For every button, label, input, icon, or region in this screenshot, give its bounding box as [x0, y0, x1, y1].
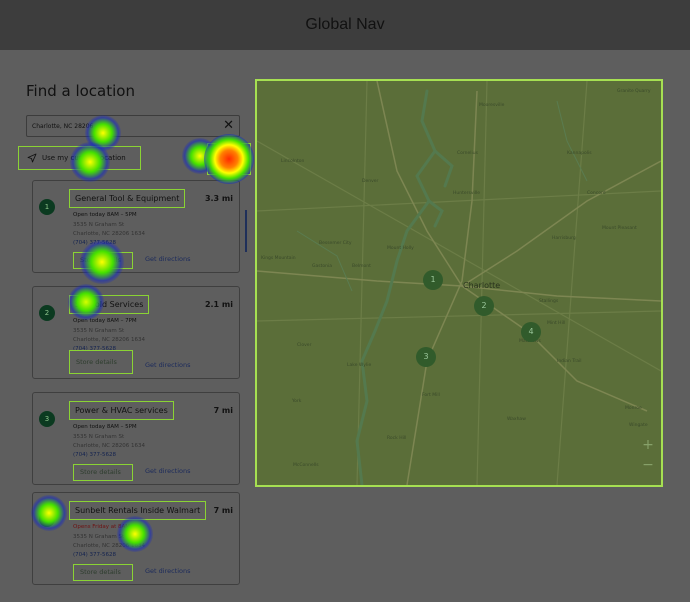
- map-town-label: Kings Mountain: [261, 256, 296, 261]
- map-town-label: Lake Wylie: [347, 363, 372, 368]
- store-card: 1 General Tool & Equipment 3.3 mi Open t…: [32, 180, 240, 273]
- location-search: ✕: [26, 115, 240, 137]
- map-town-label: Mount Pleasant: [602, 226, 637, 231]
- map-pin[interactable]: 2: [474, 296, 494, 316]
- store-details-button[interactable]: Store details: [73, 464, 133, 481]
- get-directions-link[interactable]: Get directions: [145, 255, 191, 263]
- map-pin[interactable]: 1: [423, 270, 443, 290]
- map-town-label: Granite Quarry: [617, 89, 651, 94]
- store-address-line1: 3535 N Graham St: [73, 534, 125, 540]
- store-number-badge: 4: [39, 511, 55, 527]
- store-address-line2: Charlotte, NC 28206 1634: [73, 337, 145, 343]
- map-terrain: [257, 81, 661, 485]
- highlight-box: [207, 143, 251, 175]
- map-town-label: Lincolnton: [281, 159, 305, 164]
- get-directions-link[interactable]: Get directions: [145, 361, 191, 369]
- store-distance: 7 mi: [213, 506, 233, 515]
- store-details-button[interactable]: Store details: [69, 350, 133, 374]
- store-card: 3 Power & HVAC services 7 mi Open today …: [32, 392, 240, 485]
- get-directions-link[interactable]: Get directions: [145, 567, 191, 575]
- page-title: Find a location: [26, 82, 135, 100]
- store-address-line2: Charlotte, NC 28206 1634: [73, 543, 145, 549]
- store-list[interactable]: 1 General Tool & Equipment 3.3 mi Open t…: [26, 176, 250, 590]
- store-number-badge: 3: [39, 411, 55, 427]
- use-current-location-label: Use my current location: [42, 154, 126, 162]
- store-number-badge: 2: [39, 305, 55, 321]
- map-town-label: Clover: [297, 343, 312, 348]
- store-card: 4 Sunbelt Rentals Inside Walmart 7 mi Op…: [32, 492, 240, 585]
- map-town-label: Gastonia: [312, 264, 332, 269]
- store-address-line2: Charlotte, NC 28206 1634: [73, 231, 145, 237]
- store-name[interactable]: Power & HVAC services: [69, 401, 174, 420]
- list-scrollbar[interactable]: [245, 210, 247, 252]
- global-nav-bar: Global Nav: [0, 0, 690, 50]
- store-hours: Open today 8AM – 7PM: [73, 318, 137, 324]
- map-town-label: York: [292, 399, 302, 404]
- store-name[interactable]: General Tool & Equipment: [69, 189, 186, 208]
- store-name[interactable]: Scaffold Services: [69, 295, 150, 314]
- map-pin[interactable]: 4: [521, 322, 541, 342]
- map-town-label: Monroe: [625, 406, 642, 411]
- map-town-label: Concord: [587, 191, 606, 196]
- store-address-line1: 3535 N Graham St: [73, 434, 125, 440]
- map-town-label: Waxhaw: [507, 417, 526, 422]
- store-phone-link[interactable]: (704) 377-5628: [73, 452, 116, 458]
- map-town-label: Fort Mill: [422, 393, 440, 398]
- map-town-label: Kannapolis: [567, 151, 592, 156]
- map-town-label: Cornelius: [457, 151, 478, 156]
- store-phone-link[interactable]: (704) 377-5628: [73, 240, 116, 246]
- store-phone-link[interactable]: (704) 377-5628: [73, 552, 116, 558]
- store-address-line2: Charlotte, NC 28206 1634: [73, 443, 145, 449]
- store-distance: 3.3 mi: [204, 194, 233, 203]
- store-hours: Open today 8AM – 5PM: [73, 212, 137, 218]
- map-town-label: Indian Trail: [557, 359, 582, 364]
- map-town-label: Huntersville: [453, 191, 480, 196]
- store-address-line1: 3535 N Graham St: [73, 328, 125, 334]
- map-city-label: Charlotte: [463, 281, 501, 290]
- map-town-label: Bessemer City: [319, 241, 352, 246]
- store-hours: Opens Friday at 8AM: [73, 524, 131, 530]
- map-pin[interactable]: 3: [416, 347, 436, 367]
- store-distance: 2.1 mi: [204, 300, 233, 309]
- store-card: 2 Scaffold Services 2.1 mi Open today 8A…: [32, 286, 240, 379]
- store-hours: Open today 8AM – 5PM: [73, 424, 137, 430]
- heatmap-spot: [182, 138, 218, 174]
- use-current-location-button[interactable]: Use my current location: [18, 146, 141, 170]
- clear-search-icon[interactable]: ✕: [223, 118, 234, 134]
- map-town-label: Harrisburg: [552, 236, 576, 241]
- store-number-badge: 1: [39, 199, 55, 215]
- global-nav-title: Global Nav: [305, 16, 385, 33]
- store-details-button[interactable]: Store details: [73, 252, 133, 269]
- search-input[interactable]: [32, 119, 207, 134]
- map-town-label: Stallings: [539, 299, 559, 304]
- navigation-arrow-icon: [27, 153, 37, 163]
- map-town-label: Denver: [362, 179, 379, 184]
- zoom-in-button[interactable]: +: [641, 438, 655, 452]
- store-distance: 7 mi: [213, 406, 233, 415]
- store-details-button[interactable]: Store details: [73, 564, 133, 581]
- map-town-label: Mint Hill: [547, 321, 566, 326]
- store-name[interactable]: Sunbelt Rentals Inside Walmart: [69, 501, 207, 520]
- map-town-label: Mooresville: [479, 103, 505, 108]
- zoom-out-button[interactable]: −: [641, 458, 655, 472]
- map-town-label: Rock Hill: [387, 436, 407, 441]
- map-town-label: McConnells: [293, 463, 319, 468]
- map-town-label: Wingate: [629, 423, 648, 428]
- map-town-label: Belmont: [352, 264, 371, 269]
- map-town-label: Mount Holly: [387, 246, 414, 251]
- store-map[interactable]: Mooresville Kannapolis Concord Lincolnto…: [255, 79, 663, 487]
- store-address-line1: 3535 N Graham St: [73, 222, 125, 228]
- get-directions-link[interactable]: Get directions: [145, 467, 191, 475]
